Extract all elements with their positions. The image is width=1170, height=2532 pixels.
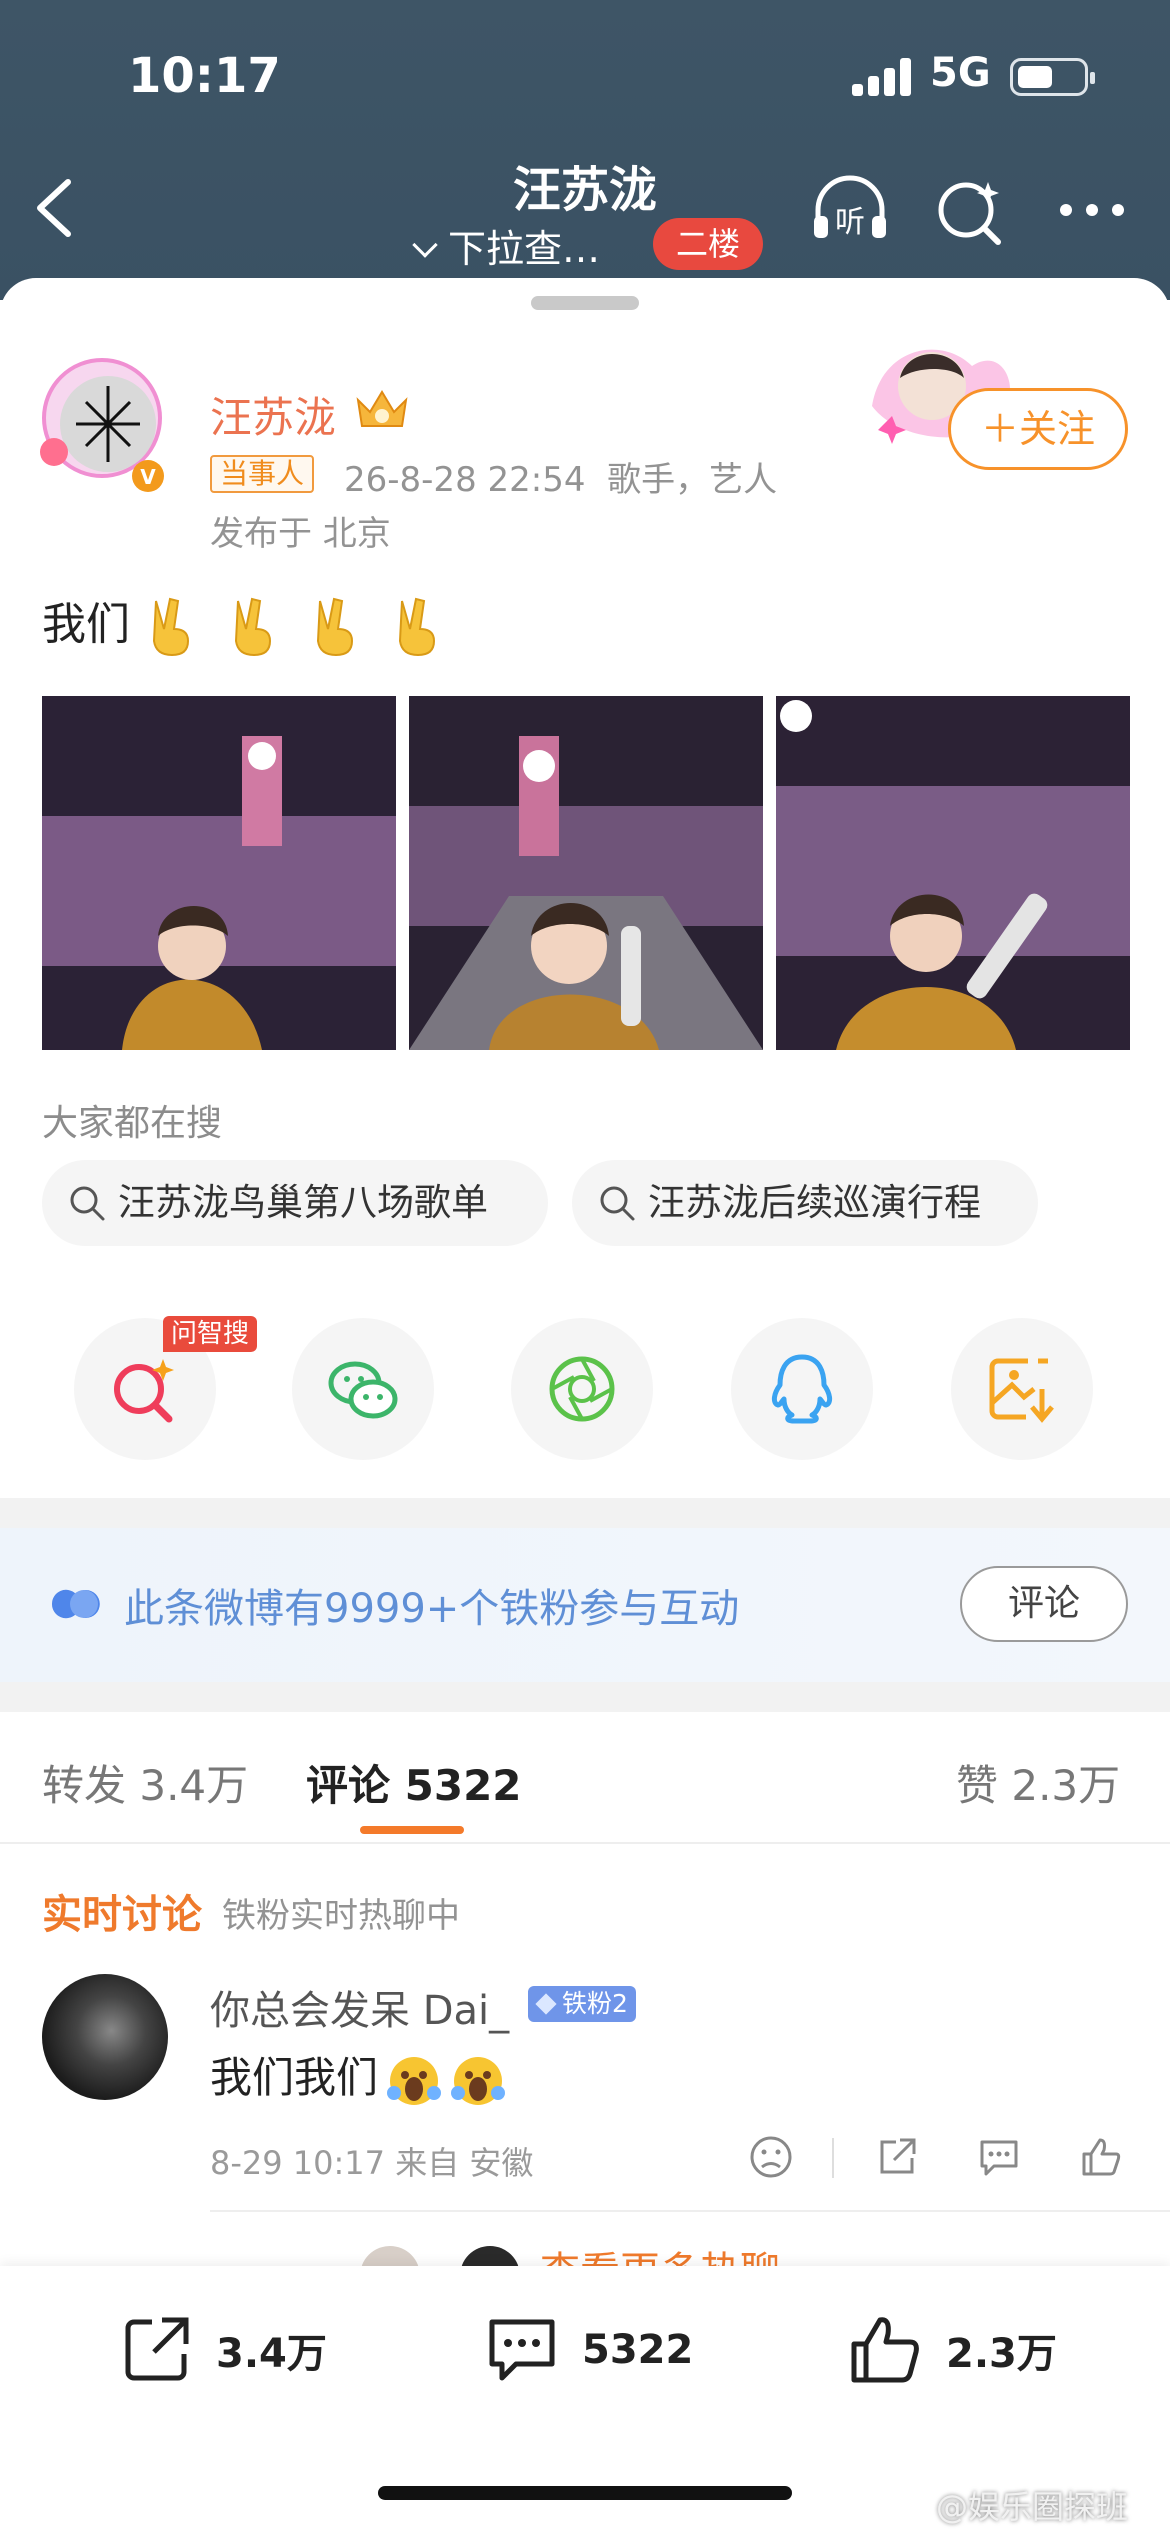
dislike-face-icon[interactable] (748, 2134, 794, 2180)
moments-icon (549, 1356, 615, 1422)
ai-search-icon[interactable] (930, 170, 1010, 250)
victory-hand-icon (234, 597, 272, 657)
comment-divider (210, 2210, 1170, 2212)
share-icon[interactable] (874, 2134, 920, 2180)
search-icon (70, 1186, 105, 1221)
commenter-avatar[interactable] (42, 1974, 168, 2100)
fan-level-badge: 铁粉2 (528, 1986, 636, 2022)
author-identity: 歌手，艺人 (607, 460, 778, 500)
share-save-image[interactable] (951, 1318, 1093, 1460)
victory-hand-icon (316, 597, 354, 657)
pull-down-hint[interactable]: 下拉查… (408, 218, 600, 273)
author-tag: 当事人 (210, 455, 315, 493)
home-indicator[interactable] (378, 2486, 792, 2500)
search-chip[interactable]: 汪苏泷后续巡演行程 (572, 1160, 1038, 1246)
fans-icon (51, 1589, 100, 1619)
status-time: 10:17 (128, 48, 281, 104)
comment-text: 我们我们 (210, 2044, 506, 2109)
trending-search-title: 大家都在搜 (42, 1103, 223, 1144)
sheet-grabber[interactable] (531, 296, 639, 310)
signal-icon (852, 58, 912, 96)
post-text: 我们 (42, 588, 456, 659)
action-separator (832, 2138, 834, 2178)
post-photo-1[interactable] (42, 696, 396, 1050)
scream-emoji-icon (387, 2056, 442, 2105)
active-tab-indicator (360, 1826, 464, 1834)
tabs-divider (0, 1842, 1170, 1844)
victory-emojis (142, 595, 456, 659)
like-icon[interactable] (1078, 2134, 1124, 2180)
section-divider (0, 1498, 1170, 1528)
ai-search-icon (114, 1359, 174, 1423)
watermark: @娱乐圈探班 (936, 2488, 1129, 2526)
save-image-icon (989, 1358, 1054, 1423)
chevron-down-icon (412, 232, 438, 258)
floor-badge[interactable]: 二楼 (653, 218, 763, 270)
thumbs-up-icon (851, 2317, 919, 2383)
comments-button[interactable]: 5322 (484, 2310, 693, 2390)
follow-button[interactable]: ＋关注 (948, 388, 1128, 470)
iron-fans-text: 此条微博有9999+个铁粉参与互动 (124, 1586, 740, 1632)
comment-meta: 8-29 10:17 来自 安徽 (210, 2144, 534, 2182)
share-wechat[interactable] (292, 1318, 434, 1460)
realtime-subtitle: 铁粉实时热聊中 (222, 1896, 460, 1936)
section-divider (0, 1682, 1170, 1712)
svg-text:听: 听 (835, 205, 865, 240)
reply-icon[interactable] (976, 2134, 1022, 2180)
wechat-icon (328, 1361, 398, 1419)
ai-search-badge: 问智搜 (163, 1316, 258, 1352)
post-photo-2[interactable] (409, 696, 763, 1050)
tab-likes[interactable]: 赞 2.3万 (956, 1752, 1120, 1813)
scream-emoji-icon (451, 2056, 506, 2105)
share-moments[interactable] (511, 1318, 653, 1460)
tab-repost[interactable]: 转发 3.4万 (42, 1752, 248, 1813)
nav-title: 汪苏泷 (512, 162, 657, 218)
commenter-name[interactable]: 你总会发呆 Dai_ (210, 1978, 509, 2036)
search-chip[interactable]: 汪苏泷鸟巢第八场歌单 (42, 1160, 548, 1246)
post-location: 发布于 北京 (210, 514, 391, 554)
search-icon (600, 1186, 635, 1221)
crown-icon (352, 386, 412, 432)
share-qq[interactable] (731, 1318, 873, 1460)
tab-comments[interactable]: 评论 5322 (306, 1752, 522, 1813)
back-icon[interactable] (32, 178, 76, 238)
post-meta: 26-8-28 22:54 歌手，艺人 (344, 452, 777, 501)
author-name[interactable]: 汪苏泷 (210, 384, 336, 445)
comment-button[interactable]: 评论 (960, 1566, 1128, 1642)
battery-icon (1010, 58, 1095, 96)
realtime-title: 实时讨论 (42, 1892, 202, 1938)
network-type: 5G (930, 50, 991, 96)
qq-icon (771, 1354, 833, 1424)
post-datetime: 26-8-28 22:54 (344, 460, 586, 500)
repost-button[interactable]: 3.4万 (118, 2310, 327, 2390)
svg-text:V: V (140, 465, 156, 489)
more-icon[interactable] (1052, 170, 1132, 250)
comment-icon (489, 2319, 555, 2381)
post-photo-3[interactable] (776, 696, 1130, 1050)
victory-hand-icon (152, 597, 190, 657)
repost-icon (125, 2317, 189, 2381)
victory-hand-icon (398, 597, 436, 657)
listen-icon[interactable]: 听 (810, 170, 890, 250)
author-avatar[interactable]: V (36, 352, 168, 492)
like-button[interactable]: 2.3万 (848, 2310, 1057, 2390)
